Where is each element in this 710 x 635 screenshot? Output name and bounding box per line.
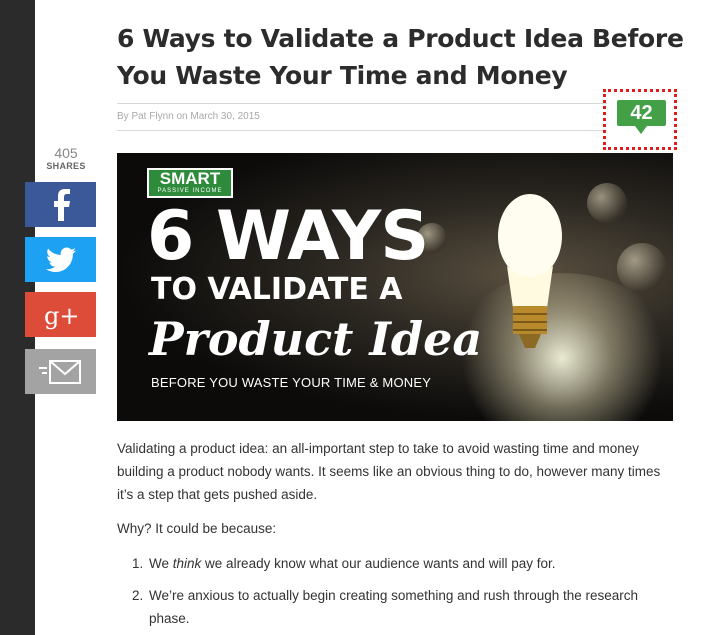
facebook-icon — [53, 189, 70, 221]
list-text-emphasis: think — [172, 556, 202, 571]
list-text: We’re anxious to actually begin creating… — [149, 588, 639, 626]
email-icon — [38, 360, 81, 384]
share-count-label: SHARES — [46, 161, 86, 171]
meta-top-divider — [117, 103, 607, 104]
list-number: 2. — [132, 588, 144, 603]
article-title: 6 Ways to Validate a Product Idea Before… — [117, 24, 684, 90]
google-plus-share-button[interactable]: g+ — [25, 292, 96, 337]
hero-headline-line3: Product Idea — [149, 312, 483, 366]
hero-headline-line1: 6 WAYS — [147, 197, 429, 276]
list-item: 2. We’re anxious to actually begin creat… — [117, 584, 677, 630]
google-plus-icon: g+ — [44, 302, 79, 330]
list-text: We — [149, 556, 173, 571]
hero-image: SMART PASSIVE INCOME 6 WAYS TO VALIDATE … — [117, 153, 673, 421]
list-text: we already know what our audience wants … — [201, 556, 556, 571]
meta-bottom-divider — [117, 130, 607, 131]
share-count: 405 — [54, 145, 78, 161]
background-bulb — [617, 243, 667, 293]
why-paragraph: Why? It could be because: — [117, 521, 277, 536]
hero-tagline: BEFORE YOU WASTE YOUR TIME & MONEY — [151, 375, 432, 390]
facebook-share-button[interactable] — [25, 182, 96, 227]
list-number: 1. — [132, 556, 144, 571]
twitter-share-button[interactable] — [25, 237, 96, 282]
comment-count-button[interactable]: 42 — [617, 100, 666, 134]
smart-passive-income-logo: SMART PASSIVE INCOME — [147, 168, 233, 198]
smart-logo-text: SMART — [159, 169, 221, 188]
comment-count-highlight: 42 — [603, 89, 677, 150]
share-counter: 405 SHARES — [36, 145, 96, 171]
article-byline: By Pat Flynn on March 30, 2015 — [117, 111, 260, 122]
hero-headline-line2: TO VALIDATE A — [151, 272, 403, 307]
reasons-list: 1. We think we already know what our aud… — [117, 552, 677, 635]
list-item: 1. We think we already know what our aud… — [117, 552, 677, 575]
smart-logo-subtext: PASSIVE INCOME — [157, 188, 223, 194]
intro-paragraph: Validating a product idea: an all-import… — [117, 441, 661, 502]
lightbulb-icon — [498, 194, 562, 348]
twitter-icon — [45, 247, 76, 272]
background-bulb — [587, 183, 627, 223]
email-share-button[interactable] — [25, 349, 96, 394]
svg-text:g+: g+ — [44, 302, 79, 330]
